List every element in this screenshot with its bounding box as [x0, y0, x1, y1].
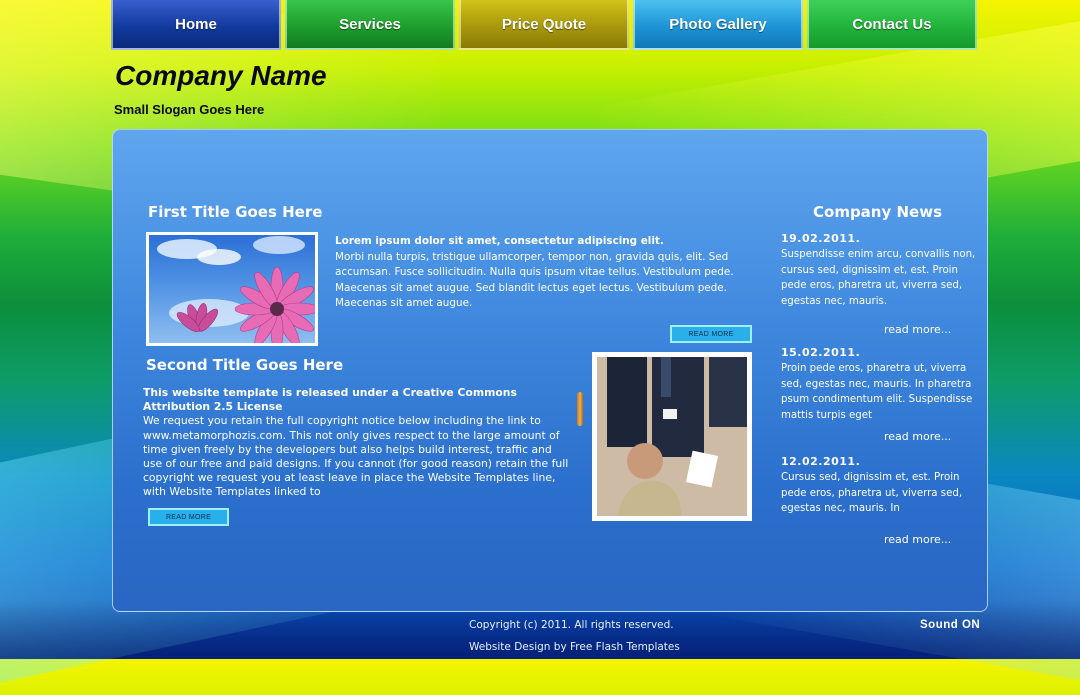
nav-photo-gallery[interactable]: Photo Gallery — [633, 0, 803, 50]
company-name: Company Name — [115, 60, 327, 91]
news-item: 12.02.2011. Cursus sed, dignissim et, es… — [781, 455, 977, 517]
news-date: 19.02.2011. — [781, 232, 861, 245]
nav-price-quote[interactable]: Price Quote — [459, 0, 629, 50]
slogan: Small Slogan Goes Here — [114, 102, 265, 117]
second-body: We request you retain the full copyright… — [143, 414, 569, 499]
second-title: Second Title Goes Here — [146, 356, 344, 374]
first-text: Lorem ipsum dolor sit amet, consectetur … — [335, 234, 755, 312]
second-text: This website template is released under … — [143, 386, 573, 500]
business-people-image — [592, 352, 752, 521]
news-date: 12.02.2011. — [781, 455, 861, 468]
nav-services[interactable]: Services — [285, 0, 455, 50]
news-read-more-link[interactable]: read more... — [884, 323, 951, 336]
news-read-more-link[interactable]: read more... — [884, 430, 951, 443]
footer-design-credit[interactable]: Website Design by Free Flash Templates — [469, 641, 680, 653]
flower-image — [146, 232, 318, 346]
news-date: 15.02.2011. — [781, 346, 861, 359]
nav-contact-us[interactable]: Contact Us — [807, 0, 977, 50]
company-news-title: Company News — [813, 203, 942, 221]
flower-illustration — [157, 236, 315, 343]
first-body: Morbi nulla turpis, tristique ullamcorpe… — [335, 250, 734, 310]
news-item: 19.02.2011. Suspendisse enim arcu, conva… — [781, 232, 977, 309]
business-people-illustration — [597, 357, 747, 516]
scroll-handle[interactable] — [577, 392, 583, 426]
main-nav: Home Services Price Quote Photo Gallery … — [111, 0, 977, 50]
second-lead: This website template is released under … — [143, 386, 517, 414]
read-more-button-1[interactable]: READ MORE — [670, 325, 752, 343]
nav-home[interactable]: Home — [111, 0, 281, 50]
footer-copyright: Copyright (c) 2011. All rights reserved. — [469, 619, 674, 631]
news-text: Suspendisse enim arcu, convallis non, cu… — [781, 249, 976, 307]
news-text: Proin pede eros, pharetra ut, viverra se… — [781, 363, 973, 421]
first-lead: Lorem ipsum dolor sit amet, consectetur … — [335, 235, 664, 247]
news-read-more-link[interactable]: read more... — [884, 533, 951, 546]
read-more-button-2[interactable]: READ MORE — [148, 508, 229, 526]
news-text: Cursus sed, dignissim et, est. Proin ped… — [781, 472, 963, 515]
sound-toggle[interactable]: Sound ON — [920, 619, 980, 631]
first-title: First Title Goes Here — [148, 203, 323, 221]
content-panel: First Title Goes Here Lorem ipsum dolor … — [112, 129, 988, 612]
news-item: 15.02.2011. Proin pede eros, pharetra ut… — [781, 346, 977, 423]
